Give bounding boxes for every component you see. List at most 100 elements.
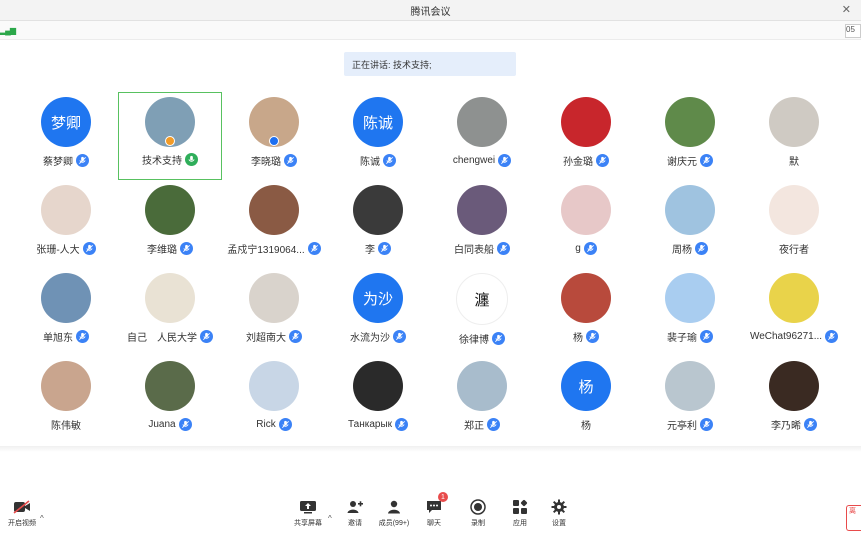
meeting-info-bar: ▂▄▆ 05 (0, 21, 861, 40)
invite-button[interactable]: 邀请 (335, 498, 375, 528)
avatar (457, 97, 507, 147)
speaking-text: 正在讲话: 技术支持; (352, 59, 432, 70)
mic-muted-icon (180, 241, 193, 255)
leave-meeting-button[interactable]: 离 (846, 505, 861, 531)
participant-name: WeChat96271... (749, 330, 823, 342)
avatar: 瀍 (456, 273, 508, 325)
role-badge-icon (269, 136, 279, 146)
participant-tile[interactable]: 李晓璐 (222, 92, 326, 180)
avatar (561, 185, 611, 235)
mic-muted-icon (492, 331, 505, 345)
participant-tile[interactable]: 杨 (534, 268, 638, 356)
participant-name-line: 元亭利 (667, 416, 713, 432)
avatar-text: 瀍 (474, 291, 490, 309)
members-button[interactable]: 成员(99+) (374, 498, 414, 528)
avatar: 杨 (561, 361, 611, 411)
mic-muted-icon (82, 241, 96, 255)
mic-muted-icon (395, 417, 409, 431)
participant-name: Rick (256, 418, 276, 430)
avatar (665, 97, 715, 147)
participant-name-line: 刘超南大 (246, 328, 302, 344)
chat-button[interactable]: 1 聊天 (414, 492, 454, 528)
avatar (249, 273, 299, 323)
participant-grid: 梦卿 蔡梦卿 技术支持 李晓璐 陈诚 陈诚 chengwei 孙金璐 谢庆元默张珊-人大 李维璐孟… (14, 92, 846, 444)
video-button[interactable]: 开启视频 (2, 498, 42, 528)
participant-tile[interactable]: 周杨 (638, 180, 742, 268)
chat-icon: 1 (424, 492, 448, 516)
participant-tile[interactable]: 为沙 水流为沙 (326, 268, 430, 356)
avatar: 梦卿 (41, 97, 91, 147)
participant-tile[interactable]: 张珊-人大 (14, 180, 118, 268)
participant-tile[interactable]: Танкарык (326, 356, 430, 444)
avatar-text: 为沙 (362, 290, 393, 308)
participant-tile[interactable]: 技术支持 (118, 92, 222, 180)
participant-tile[interactable]: 瀍徐律博 (430, 268, 534, 356)
participant-tile[interactable]: 默 (742, 92, 846, 180)
participant-name: 孙金璐 (563, 156, 593, 168)
invite-icon (345, 498, 365, 516)
mic-muted-icon (76, 153, 89, 167)
participant-name-line: 蔡梦卿 (43, 152, 89, 168)
participant-name: 郑正 (464, 420, 484, 432)
close-icon[interactable]: ✕ (842, 3, 851, 16)
participant-tile[interactable]: chengwei (430, 92, 534, 180)
mic-muted-icon (596, 153, 609, 167)
share-screen-button[interactable]: 共享屏幕 (288, 498, 328, 528)
participant-tile[interactable]: 谢庆元 (638, 92, 742, 180)
participant-tile[interactable]: 郑正 (430, 356, 534, 444)
signal-strength-icon[interactable]: ▂▄▆ (0, 26, 16, 35)
mic-muted-icon (289, 329, 302, 343)
participant-tile[interactable]: 元亭利 (638, 356, 742, 444)
members-icon (384, 498, 404, 516)
mic-muted-icon (498, 153, 512, 167)
participant-name-line: 单旭东 (43, 328, 89, 344)
window-title: 腾讯会议 (410, 6, 451, 18)
participant-name: 孟戍宁1319064... (227, 244, 305, 256)
avatar (665, 361, 715, 411)
participant-tile[interactable]: 裴子瑜 (638, 268, 742, 356)
participant-tile[interactable]: 单旭东 (14, 268, 118, 356)
participant-tile[interactable]: 自己 人民大学 (118, 268, 222, 356)
participant-name: 徐律博 (459, 334, 489, 346)
participant-name-line: 徐律博 (459, 330, 505, 346)
participant-tile[interactable]: Rick (222, 356, 326, 444)
mic-muted-icon (284, 153, 297, 167)
participant-tile[interactable]: 李 (326, 180, 430, 268)
invite-label: 邀请 (348, 520, 362, 527)
participant-tile[interactable]: 刘超南大 (222, 268, 326, 356)
avatar (457, 185, 507, 235)
participant-name-line: Juana (148, 416, 192, 432)
participant-name-line: 李 (365, 240, 391, 256)
avatar (561, 97, 611, 147)
participant-tile[interactable]: 陈伟敏 (14, 356, 118, 444)
meeting-timer: 05 (845, 24, 861, 38)
participant-name: 李晓璐 (251, 156, 281, 168)
participant-tile[interactable]: 杨杨 (534, 356, 638, 444)
participant-tile[interactable]: 陈诚 陈诚 (326, 92, 430, 180)
gear-icon (549, 498, 569, 516)
participant-name-line: 李晓璐 (251, 152, 297, 168)
participant-tile[interactable]: WeChat96271... (742, 268, 846, 356)
participant-name: 李乃晞 (771, 420, 801, 432)
participant-tile[interactable]: 李乃晞 (742, 356, 846, 444)
participant-tile[interactable]: 孙金璐 (534, 92, 638, 180)
participant-tile[interactable]: 白同表船 (430, 180, 534, 268)
participant-name-line: 李维璐 (147, 240, 193, 256)
participant-name: g (575, 242, 581, 254)
participant-tile[interactable]: 李维璐 (118, 180, 222, 268)
avatar (457, 361, 507, 411)
mic-muted-icon (200, 329, 213, 343)
settings-button[interactable]: 设置 (539, 498, 579, 528)
video-options-chevron-icon[interactable]: ^ (40, 514, 44, 523)
participant-tile[interactable]: g (534, 180, 638, 268)
apps-button[interactable]: 应用 (500, 498, 540, 528)
participant-tile[interactable]: 梦卿 蔡梦卿 (14, 92, 118, 180)
participant-name-line: 白同表船 (454, 240, 510, 256)
participant-name-line: 裴子瑜 (667, 328, 713, 344)
participant-name-line: 张珊-人大 (36, 240, 96, 256)
participant-tile[interactable]: 夜行者 (742, 180, 846, 268)
participant-tile[interactable]: Juana (118, 356, 222, 444)
participant-tile[interactable]: 孟戍宁1319064... (222, 180, 326, 268)
record-button[interactable]: 录制 (458, 498, 498, 528)
share-options-chevron-icon[interactable]: ^ (328, 514, 332, 523)
